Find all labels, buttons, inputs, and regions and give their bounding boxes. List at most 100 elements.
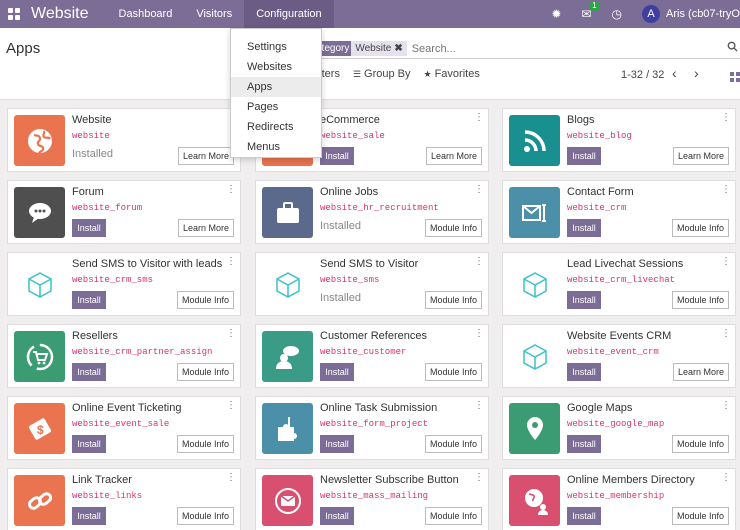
learn-more-button[interactable]: Learn More	[177, 147, 234, 165]
kebab-menu-icon[interactable]: ⋮	[474, 256, 484, 267]
kebab-menu-icon[interactable]: ⋮	[474, 328, 484, 339]
module-info-button[interactable]: Module Info	[424, 435, 482, 453]
kanban-view-icon[interactable]	[730, 72, 740, 82]
kebab-menu-icon[interactable]: ⋮	[226, 184, 236, 195]
menu-visitors[interactable]: Visitors	[184, 0, 244, 28]
app-card[interactable]: Newsletter Subscribe Button website_mass_…	[255, 468, 489, 530]
app-name: Google Maps	[567, 402, 633, 414]
app-card[interactable]: Contact Form website_crm Install Module Inf…	[502, 180, 736, 244]
app-card[interactable]: WebsitewebsiteInstalledLearn More⋮	[7, 108, 241, 172]
envelope-form-icon	[509, 187, 560, 238]
dropdown-item-settings[interactable]: Settings	[231, 37, 321, 57]
menu-dashboard[interactable]: Dashboard	[107, 0, 185, 28]
install-button[interactable]: Install	[567, 219, 601, 237]
module-info-button[interactable]: Module Info	[424, 507, 482, 525]
app-card[interactable]: Blogs website_blog Install Learn More ⋮	[502, 108, 736, 172]
close-icon[interactable]: ✖	[394, 43, 402, 54]
kebab-menu-icon[interactable]: ⋮	[721, 184, 731, 195]
install-button[interactable]: Install	[320, 147, 354, 165]
kebab-menu-icon[interactable]: ⋮	[721, 328, 731, 339]
module-info-button[interactable]: Module Info	[671, 291, 729, 309]
app-card[interactable]: Send SMS to Visitor with leads website_cr…	[7, 252, 241, 316]
globe-icon	[14, 115, 65, 166]
install-button[interactable]: Install	[72, 363, 106, 381]
module-info-button[interactable]: Module Info	[176, 507, 234, 525]
kebab-menu-icon[interactable]: ⋮	[226, 256, 236, 267]
module-info-button[interactable]: Module Info	[424, 219, 482, 237]
pager-value[interactable]: 1-32 / 32	[621, 69, 664, 81]
chevron-right-icon[interactable]: ›	[694, 65, 699, 81]
install-button[interactable]: Install	[72, 507, 106, 525]
kebab-menu-icon[interactable]: ⋮	[721, 400, 731, 411]
install-button[interactable]: Install	[567, 435, 601, 453]
avatar[interactable]: A	[642, 5, 661, 23]
groupby-button[interactable]: ☰ Group By	[353, 68, 411, 80]
kebab-menu-icon[interactable]: ⋮	[474, 400, 484, 411]
module-info-button[interactable]: Module Info	[176, 435, 234, 453]
app-card[interactable]: Send SMS to Visitor website_sms Installed M…	[255, 252, 489, 316]
install-button[interactable]: Install	[72, 219, 106, 237]
app-card[interactable]: Link Tracker website_links Install Module I…	[7, 468, 241, 530]
module-info-button[interactable]: Module Info	[671, 219, 729, 237]
app-card[interactable]: Forum website_forum Install Learn More ⋮	[7, 180, 241, 244]
app-card[interactable]: Lead Livechat Sessions website_crm_livech…	[502, 252, 736, 316]
install-button[interactable]: Install	[567, 363, 601, 381]
user-name[interactable]: Aris (cb07-tryO	[666, 8, 740, 20]
install-button[interactable]: Install	[320, 435, 354, 453]
install-button[interactable]: Install	[567, 507, 601, 525]
dropdown-item-menus[interactable]: Menus	[231, 137, 321, 157]
install-button[interactable]: Install	[320, 363, 354, 381]
app-card[interactable]: Online Task Submission website_form_proje…	[255, 396, 489, 460]
module-info-button[interactable]: Module Info	[671, 507, 729, 525]
bug-icon[interactable]: ✹	[551, 7, 561, 21]
kebab-menu-icon[interactable]: ⋮	[721, 112, 731, 123]
learn-more-button[interactable]: Learn More	[425, 147, 482, 165]
favorites-button[interactable]: ★ Favorites	[424, 68, 480, 80]
dropdown-item-pages[interactable]: Pages	[231, 97, 321, 117]
kebab-menu-icon[interactable]: ⋮	[721, 472, 731, 483]
install-button[interactable]: Install	[72, 291, 106, 309]
kebab-menu-icon[interactable]: ⋮	[226, 400, 236, 411]
learn-more-button[interactable]: Learn More	[672, 147, 729, 165]
dropdown-item-redirects[interactable]: Redirects	[231, 117, 321, 137]
app-brand[interactable]: Website	[31, 5, 89, 23]
app-card[interactable]: Google Maps website_google_map Install Modu…	[502, 396, 736, 460]
learn-more-button[interactable]: Learn More	[177, 219, 234, 237]
kebab-menu-icon[interactable]: ⋮	[226, 472, 236, 483]
install-button[interactable]: Install	[320, 507, 354, 525]
search-input[interactable]	[411, 42, 712, 55]
kebab-menu-icon[interactable]: ⋮	[474, 112, 484, 123]
install-button[interactable]: Install	[567, 147, 601, 165]
learn-more-button[interactable]: Learn More	[672, 363, 729, 381]
search-box[interactable]: ategory Website ✖	[312, 39, 740, 59]
app-card[interactable]: Customer References website_customer Insta…	[255, 324, 489, 388]
kebab-menu-icon[interactable]: ⋮	[474, 184, 484, 195]
kebab-menu-icon[interactable]: ⋮	[226, 328, 236, 339]
install-button[interactable]: Install	[567, 291, 601, 309]
module-info-button[interactable]: Module Info	[176, 291, 234, 309]
ticket-icon: $	[14, 403, 65, 454]
menu-configuration[interactable]: Configuration	[244, 0, 334, 28]
module-info-button[interactable]: Module Info	[424, 363, 482, 381]
chevron-left-icon[interactable]: ‹	[672, 65, 677, 81]
app-name: Forum	[72, 186, 104, 198]
dropdown-item-apps[interactable]: Apps	[231, 77, 321, 97]
app-card[interactable]: Online Jobs website_hr_recruitment Install…	[255, 180, 489, 244]
control-panel: Apps ategory Website✖ Filters ☰Group By …	[0, 28, 740, 100]
app-card[interactable]: $ Online Event Ticketing website_event_sal…	[7, 396, 241, 460]
kebab-menu-icon[interactable]: ⋮	[474, 472, 484, 483]
module-info-button[interactable]: Module Info	[176, 363, 234, 381]
link-icon	[14, 475, 65, 526]
module-info-button[interactable]: Module Info	[424, 291, 482, 309]
dropdown-item-websites[interactable]: Websites	[231, 57, 321, 77]
kebab-menu-icon[interactable]: ⋮	[721, 256, 731, 267]
module-info-button[interactable]: Module Info	[671, 435, 729, 453]
app-switcher-icon[interactable]	[8, 8, 20, 20]
clock-icon[interactable]: ◷	[612, 7, 622, 21]
chat-icon[interactable]: ✉ 1	[581, 1, 600, 21]
app-card[interactable]: Website Events CRM website_event_crm Insta…	[502, 324, 736, 388]
search-icon[interactable]	[727, 41, 738, 55]
app-card[interactable]: Resellers website_crm_partner_assign Insta…	[7, 324, 241, 388]
install-button[interactable]: Install	[72, 435, 106, 453]
app-card[interactable]: Online Members Directory website_membersh…	[502, 468, 736, 530]
